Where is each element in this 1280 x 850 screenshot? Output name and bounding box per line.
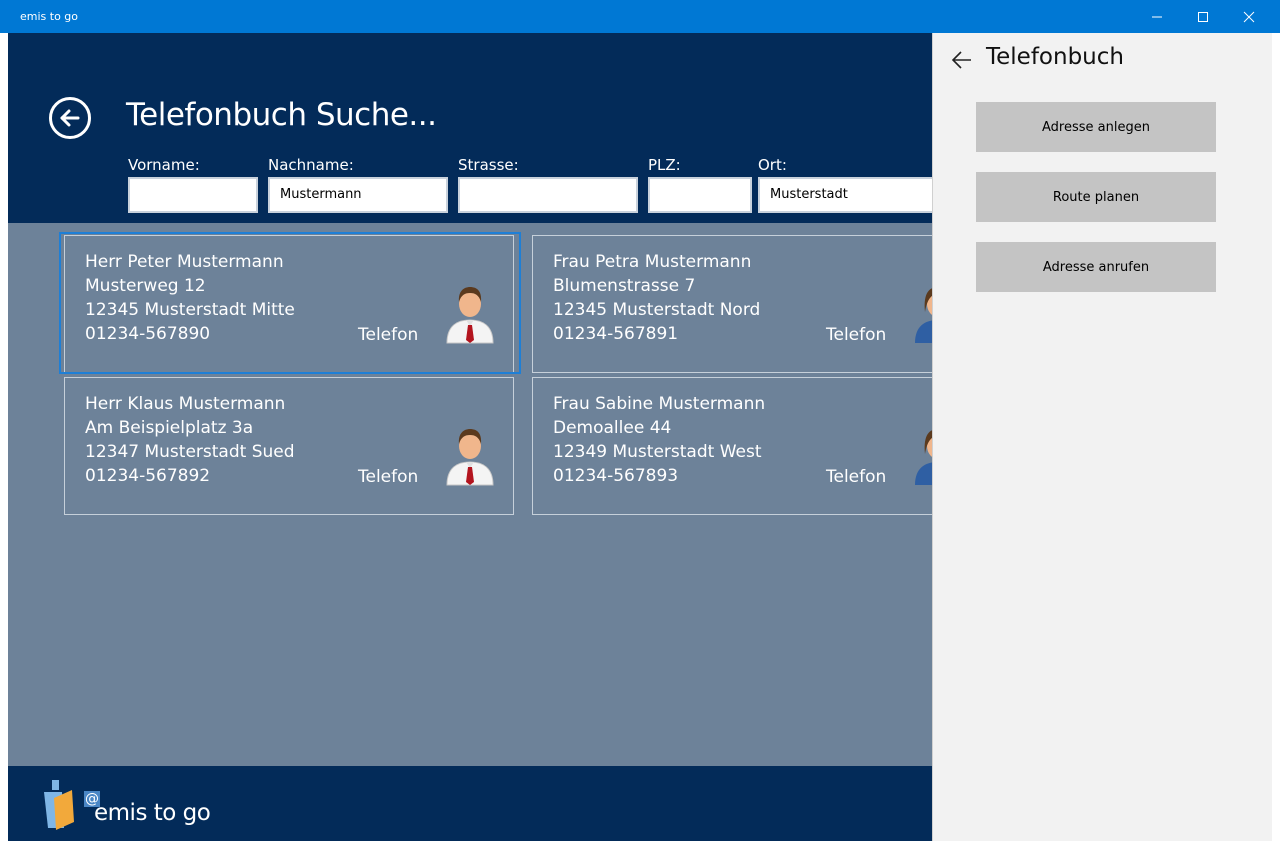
- window-titlebar: emis to go: [0, 0, 1280, 33]
- flyout-title: Telefonbuch: [986, 44, 1124, 70]
- nachname-field[interactable]: Mustermann: [268, 177, 448, 213]
- male-person-icon: [446, 287, 494, 344]
- search-header: Telefonbuch Suche... Vorname: Nachname: …: [8, 33, 938, 223]
- contact-phone: 01234-567892: [85, 466, 211, 486]
- close-icon: [1243, 11, 1255, 22]
- telefonbuch-flyout: Telefonbuch Adresse anlegen Route planen…: [932, 33, 1272, 841]
- app-window: Telefonbuch Suche... Vorname: Nachname: …: [8, 33, 1272, 841]
- page-title: Telefonbuch Suche...: [126, 97, 437, 133]
- contact-street: Demoallee 44: [553, 418, 672, 438]
- phone-label: Telefon: [826, 325, 887, 345]
- adresse-anrufen-button[interactable]: Adresse anrufen: [976, 242, 1216, 292]
- route-planen-button[interactable]: Route planen: [976, 172, 1216, 222]
- logo-text: emis to go: [94, 800, 211, 826]
- contact-card[interactable]: Frau Sabine Mustermann Demoallee 44 1234…: [532, 377, 982, 515]
- contact-street: Musterweg 12: [85, 276, 206, 296]
- strasse-label: Strasse:: [458, 156, 519, 174]
- contact-city: 12345 Musterstadt Mitte: [85, 300, 295, 320]
- contact-city: 12345 Musterstadt Nord: [553, 300, 761, 320]
- arrow-left-circle-icon: [60, 109, 80, 127]
- male-person-icon: [446, 429, 494, 486]
- adresse-anlegen-button[interactable]: Adresse anlegen: [976, 102, 1216, 152]
- emis-logo-icon: [44, 780, 74, 830]
- contact-street: Am Beispielplatz 3a: [85, 418, 254, 438]
- vorname-field[interactable]: [128, 177, 258, 213]
- phone-label: Telefon: [358, 325, 419, 345]
- contact-phone: 01234-567890: [85, 324, 211, 344]
- maximize-button[interactable]: [1180, 0, 1226, 33]
- strasse-field[interactable]: [458, 177, 638, 213]
- contact-name: Frau Petra Mustermann: [553, 252, 752, 272]
- back-button[interactable]: [49, 97, 91, 139]
- contact-street: Blumenstrasse 7: [553, 276, 696, 296]
- app-footer: @ emis to go: [8, 766, 932, 841]
- window-title: emis to go: [20, 10, 79, 23]
- contact-name: Herr Peter Mustermann: [85, 252, 284, 272]
- phone-label: Telefon: [358, 467, 419, 487]
- contact-name: Herr Klaus Mustermann: [85, 394, 286, 414]
- vorname-label: Vorname:: [128, 156, 200, 174]
- flyout-back-button[interactable]: [949, 47, 975, 73]
- minimize-button[interactable]: [1134, 0, 1180, 33]
- phone-label: Telefon: [826, 467, 887, 487]
- maximize-icon: [1198, 11, 1208, 22]
- ort-label: Ort:: [758, 156, 787, 174]
- contact-card[interactable]: Frau Petra Mustermann Blumenstrasse 7 12…: [532, 235, 982, 373]
- plz-label: PLZ:: [648, 156, 681, 174]
- contact-card[interactable]: Herr Peter Mustermann Musterweg 12 12345…: [59, 232, 521, 374]
- contact-card[interactable]: Herr Klaus Mustermann Am Beispielplatz 3…: [64, 377, 514, 515]
- close-button[interactable]: [1226, 0, 1272, 33]
- contact-city: 12349 Musterstadt West: [553, 442, 762, 462]
- ort-field[interactable]: Musterstadt: [758, 177, 938, 213]
- arrow-left-icon: [951, 51, 971, 69]
- contact-phone: 01234-567893: [553, 466, 679, 486]
- contact-city: 12347 Musterstadt Sued: [85, 442, 295, 462]
- minimize-icon: [1152, 16, 1162, 17]
- contact-phone: 01234-567891: [553, 324, 679, 344]
- nachname-label: Nachname:: [268, 156, 354, 174]
- plz-field[interactable]: [648, 177, 752, 213]
- contact-name: Frau Sabine Mustermann: [553, 394, 766, 414]
